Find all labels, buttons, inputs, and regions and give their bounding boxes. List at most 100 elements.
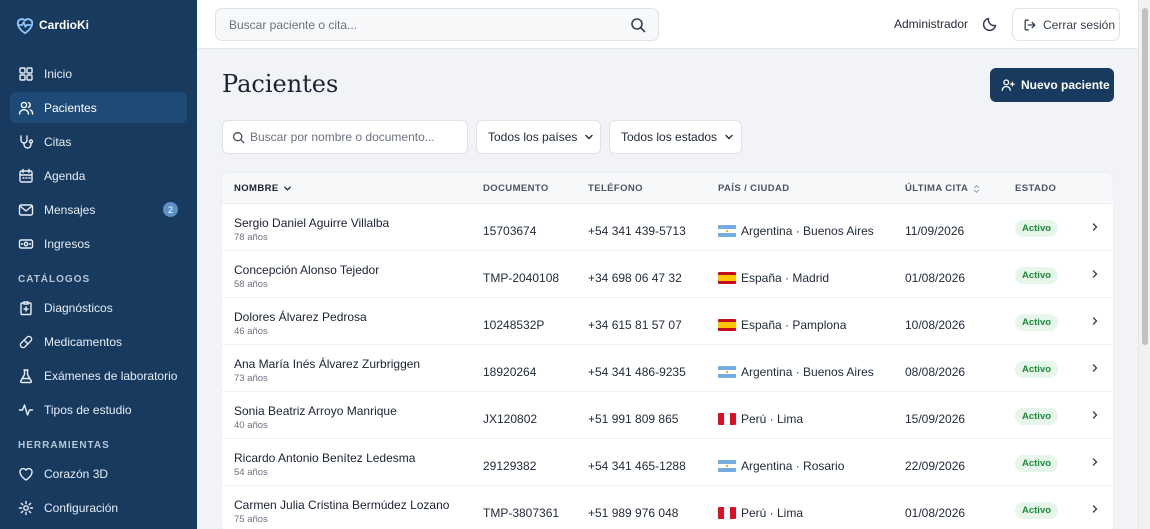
patient-last-visit: 10/08/2026 <box>905 318 966 332</box>
status-badge: Activo <box>1015 455 1059 472</box>
patient-phone: +54 341 439-5713 <box>588 224 686 238</box>
patient-name[interactable]: Ricardo Antonio Benítez Ledesma <box>234 451 415 465</box>
search-icon <box>232 131 245 144</box>
patient-search-input[interactable] <box>250 121 460 153</box>
patient-document: 15703674 <box>483 224 537 238</box>
sidebar-item-tipos-estudio[interactable]: Tipos de estudio <box>10 394 187 425</box>
patient-name[interactable]: Carmen Julia Cristina Bermúdez Lozano <box>234 498 449 512</box>
patient-name[interactable]: Dolores Álvarez Pedrosa <box>234 310 367 324</box>
table-row[interactable]: Concepción Alonso Tejedor 58 años TMP-2040… <box>222 251 1113 298</box>
patient-search <box>222 120 468 154</box>
column-header-location[interactable]: PAÍS / CIUDAD <box>718 183 790 194</box>
chevron-right-icon[interactable] <box>1090 269 1100 279</box>
global-search-input[interactable] <box>216 9 616 40</box>
patient-location: Perú · Lima <box>718 412 803 426</box>
brand-name: CardioKi <box>39 18 90 32</box>
patient-document: TMP-2040108 <box>483 271 560 285</box>
sidebar-item-pacientes[interactable]: Pacientes <box>10 92 187 123</box>
sidebar-item-inicio[interactable]: Inicio <box>10 58 187 89</box>
pe-flag-icon <box>718 507 736 519</box>
users-icon <box>18 101 34 115</box>
patient-last-visit: 22/09/2026 <box>905 459 966 473</box>
sidebar-item-label: Inicio <box>44 66 73 81</box>
location-label: Perú · Lima <box>741 506 804 520</box>
chevron-right-icon[interactable] <box>1090 457 1100 467</box>
scrollbar[interactable] <box>1138 0 1150 529</box>
status-filter-select[interactable]: Todos los estados <box>609 120 742 154</box>
patient-document: 29129382 <box>483 459 537 473</box>
patient-name[interactable]: Sergio Daniel Aguirre Villalba <box>234 216 389 230</box>
user-plus-icon <box>1001 79 1015 91</box>
column-header-name[interactable]: NOMBRE <box>234 183 292 194</box>
status-badge: Activo <box>1015 361 1059 378</box>
column-header-status[interactable]: ESTADO <box>1015 183 1056 194</box>
patient-age: 58 años <box>234 279 268 290</box>
table-row[interactable]: Dolores Álvarez Pedrosa 46 años 10248532P +… <box>222 298 1113 345</box>
sidebar-item-label: Ingresos <box>44 236 91 251</box>
page-title: Pacientes <box>222 70 339 98</box>
country-filter-select[interactable]: Todos los países <box>476 120 601 154</box>
new-patient-button[interactable]: Nuevo paciente <box>990 68 1114 102</box>
table-row[interactable]: Ana María Inés Álvarez Zurbriggen 73 años… <box>222 345 1113 392</box>
patient-phone: +34 698 06 47 32 <box>588 271 682 285</box>
sidebar-item-label: Tipos de estudio <box>44 402 132 417</box>
table-row[interactable]: Sonia Beatriz Arroyo Manrique 40 años JX12… <box>222 392 1113 439</box>
sidebar-item-ingresos[interactable]: Ingresos <box>10 228 187 259</box>
moon-icon[interactable] <box>982 16 998 32</box>
banknote-icon <box>18 238 34 249</box>
heart-icon <box>19 467 33 481</box>
sidebar-item-label: Medicamentos <box>44 334 123 349</box>
column-header-document[interactable]: DOCUMENTO <box>483 183 549 194</box>
heart-logo-icon <box>14 15 36 35</box>
column-header-last-visit[interactable]: ÚLTIMA CITA <box>905 183 981 194</box>
patient-location: España · Pamplona <box>718 318 846 332</box>
main-nav: Inicio Pacientes Citas Agenda Mensajes 2… <box>0 50 197 523</box>
column-header-label: NOMBRE <box>234 183 279 194</box>
sidebar-item-label: Citas <box>44 134 72 149</box>
topbar: Administrador Cerrar sesión <box>197 0 1138 49</box>
column-header-label: ÚLTIMA CITA <box>905 183 969 194</box>
table-row[interactable]: Carmen Julia Cristina Bermúdez Lozano 75 … <box>222 486 1113 529</box>
table-row[interactable]: Ricardo Antonio Benítez Ledesma 54 años 29… <box>222 439 1113 486</box>
chevron-right-icon[interactable] <box>1090 504 1100 514</box>
chevron-right-icon[interactable] <box>1090 410 1100 420</box>
sidebar-item-medicamentos[interactable]: Medicamentos <box>10 326 187 357</box>
patient-phone: +51 989 976 048 <box>588 506 679 520</box>
user-name[interactable]: Administrador <box>894 17 968 31</box>
patient-age: 46 años <box>234 326 268 337</box>
sidebar-item-label: Mensajes <box>44 202 96 217</box>
brand[interactable]: CardioKi <box>0 0 197 50</box>
sidebar-item-label: Diagnósticos <box>44 300 113 315</box>
chevron-right-icon[interactable] <box>1090 363 1100 373</box>
activity-icon <box>18 403 34 416</box>
sidebar-item-citas[interactable]: Citas <box>10 126 187 157</box>
scrollbar-thumb[interactable] <box>1142 8 1148 345</box>
sidebar: CardioKi Inicio Pacientes Citas Agenda M… <box>0 0 197 529</box>
clipboard-icon <box>20 300 32 315</box>
patient-last-visit: 01/08/2026 <box>905 271 966 285</box>
unread-count-badge: 2 <box>163 202 178 217</box>
patient-age: 78 años <box>234 232 268 243</box>
sidebar-item-corazon-3d[interactable]: Corazón 3D <box>10 458 187 489</box>
column-header-phone[interactable]: TELÉFONO <box>588 183 643 194</box>
chevron-right-icon[interactable] <box>1090 222 1100 232</box>
status-badge: Activo <box>1015 502 1059 519</box>
patient-age: 75 años <box>234 514 268 525</box>
patient-name[interactable]: Ana María Inés Álvarez Zurbriggen <box>234 357 420 371</box>
patient-name[interactable]: Concepción Alonso Tejedor <box>234 263 379 277</box>
logout-button[interactable]: Cerrar sesión <box>1012 8 1120 41</box>
patients-table: NOMBRE DOCUMENTO TELÉFONO PAÍS / CIUDAD … <box>222 173 1113 529</box>
sidebar-item-examenes-laboratorio[interactable]: Exámenes de laboratorio <box>10 360 187 391</box>
sidebar-item-configuracion[interactable]: Configuración <box>10 492 187 523</box>
search-icon[interactable] <box>630 17 646 33</box>
table-row[interactable]: Sergio Daniel Aguirre Villalba 78 años 157… <box>222 204 1113 251</box>
chevron-right-icon[interactable] <box>1090 316 1100 326</box>
patient-name[interactable]: Sonia Beatriz Arroyo Manrique <box>234 404 397 418</box>
patient-location: Argentina · Rosario <box>718 459 844 473</box>
patient-phone: +34 615 81 57 07 <box>588 318 682 332</box>
sidebar-item-mensajes[interactable]: Mensajes 2 <box>10 194 187 225</box>
sidebar-item-diagnosticos[interactable]: Diagnósticos <box>10 292 187 323</box>
sidebar-item-agenda[interactable]: Agenda <box>10 160 187 191</box>
patient-phone: +54 341 486-9235 <box>588 365 686 379</box>
patient-location: Argentina · Buenos Aires <box>718 365 874 379</box>
